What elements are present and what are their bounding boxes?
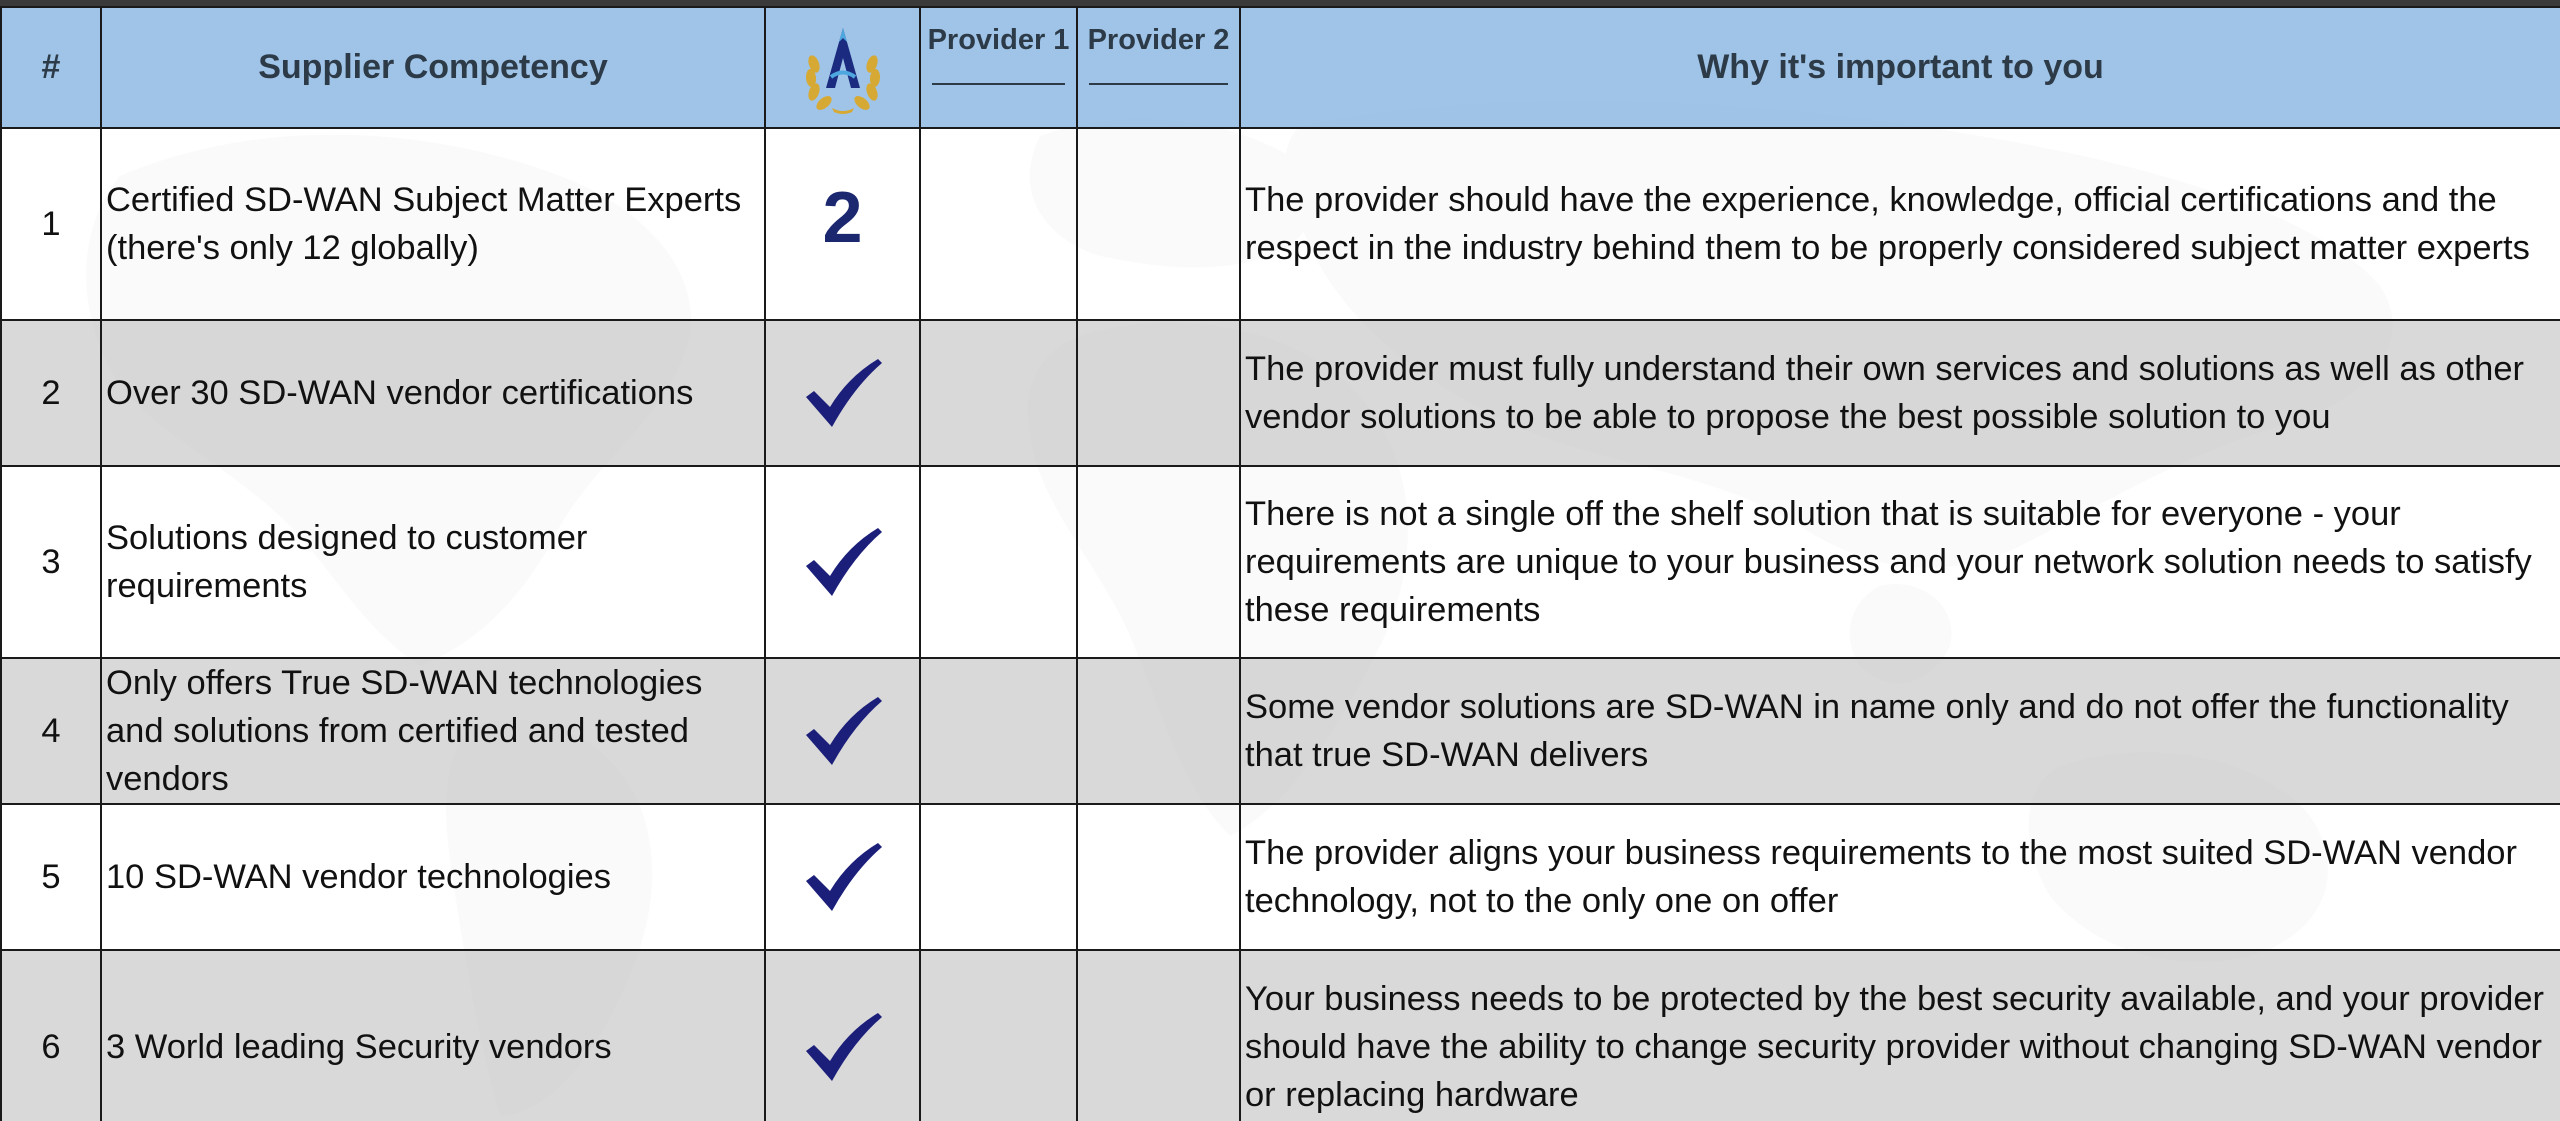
laurel-a-logo-icon	[805, 27, 880, 114]
why-cell: The provider should have the experience,…	[1239, 127, 2560, 321]
competency-cell: 3 World leading Security vendors	[100, 949, 766, 1121]
competency-cell: Certified SD-WAN Subject Matter Experts …	[100, 127, 766, 321]
supplier-competency-table: # Supplier Competency Provider 1 Provide…	[0, 6, 2560, 1121]
provider-1-cell[interactable]	[919, 949, 1078, 1121]
provider-2-cell[interactable]	[1076, 127, 1241, 321]
provider-2-cell[interactable]	[1076, 949, 1241, 1121]
provider-1-cell[interactable]	[919, 127, 1078, 321]
provider-1-cell[interactable]	[919, 465, 1078, 659]
competency-cell: Over 30 SD-WAN vendor certifications	[100, 319, 766, 467]
table-row: 2 Over 30 SD-WAN vendor certifications T…	[0, 319, 2560, 467]
competency-cell: 10 SD-WAN vendor technologies	[100, 803, 766, 951]
provider-2-cell[interactable]	[1076, 657, 1241, 805]
check-icon	[805, 697, 882, 765]
provider-1-underline	[931, 83, 1066, 85]
row-number: 3	[0, 465, 102, 659]
provider-1-cell[interactable]	[919, 803, 1078, 951]
mark-cell	[764, 803, 921, 951]
row-number: 1	[0, 127, 102, 321]
competency-cell: Solutions designed to customer requireme…	[100, 465, 766, 659]
mark-cell	[764, 465, 921, 659]
check-icon	[805, 1013, 882, 1081]
table-row: 6 3 World leading Security vendors Your …	[0, 949, 2560, 1121]
table-row: 4 Only offers True SD-WAN technologies a…	[0, 657, 2560, 805]
mark-cell	[764, 949, 921, 1121]
provider-2-cell[interactable]	[1076, 803, 1241, 951]
expert-count-value: 2	[822, 177, 863, 258]
competency-cell: Only offers True SD-WAN technologies and…	[100, 657, 766, 805]
why-cell: Your business needs to be protected by t…	[1239, 949, 2560, 1121]
row-number: 5	[0, 803, 102, 951]
provider-2-cell[interactable]	[1076, 465, 1241, 659]
provider-1-cell[interactable]	[919, 657, 1078, 805]
row-number: 2	[0, 319, 102, 467]
provider-2-underline	[1089, 83, 1228, 85]
table-row: 1 Certified SD-WAN Subject Matter Expert…	[0, 127, 2560, 321]
why-cell: Some vendor solutions are SD-WAN in name…	[1239, 657, 2560, 805]
why-cell: The provider aligns your business requir…	[1239, 803, 2560, 951]
comparison-sheet: # Supplier Competency Provider 1 Provide…	[0, 6, 2560, 1121]
header-why-important: Why it's important to you	[1239, 6, 2560, 129]
why-cell: There is not a single off the shelf solu…	[1239, 465, 2560, 659]
header-logo	[764, 6, 921, 129]
mark-cell: 2	[764, 127, 921, 321]
header-supplier-competency: Supplier Competency	[100, 6, 766, 129]
table-row: 5 10 SD-WAN vendor technologies The prov…	[0, 803, 2560, 951]
check-icon	[805, 359, 882, 427]
provider-1-cell[interactable]	[919, 319, 1078, 467]
mark-cell	[764, 319, 921, 467]
header-row: # Supplier Competency Provider 1 Provide…	[0, 6, 2560, 129]
table-row: 3 Solutions designed to customer require…	[0, 465, 2560, 659]
provider-1-label: Provider 1	[927, 24, 1070, 56]
header-provider-1: Provider 1	[919, 6, 1078, 129]
why-cell: The provider must fully understand their…	[1239, 319, 2560, 467]
check-icon	[805, 843, 882, 911]
provider-2-cell[interactable]	[1076, 319, 1241, 467]
row-number: 4	[0, 657, 102, 805]
provider-2-label: Provider 2	[1087, 24, 1230, 56]
header-provider-2: Provider 2	[1076, 6, 1241, 129]
check-icon	[805, 528, 882, 596]
row-number: 6	[0, 949, 102, 1121]
mark-cell	[764, 657, 921, 805]
header-number: #	[0, 6, 102, 129]
